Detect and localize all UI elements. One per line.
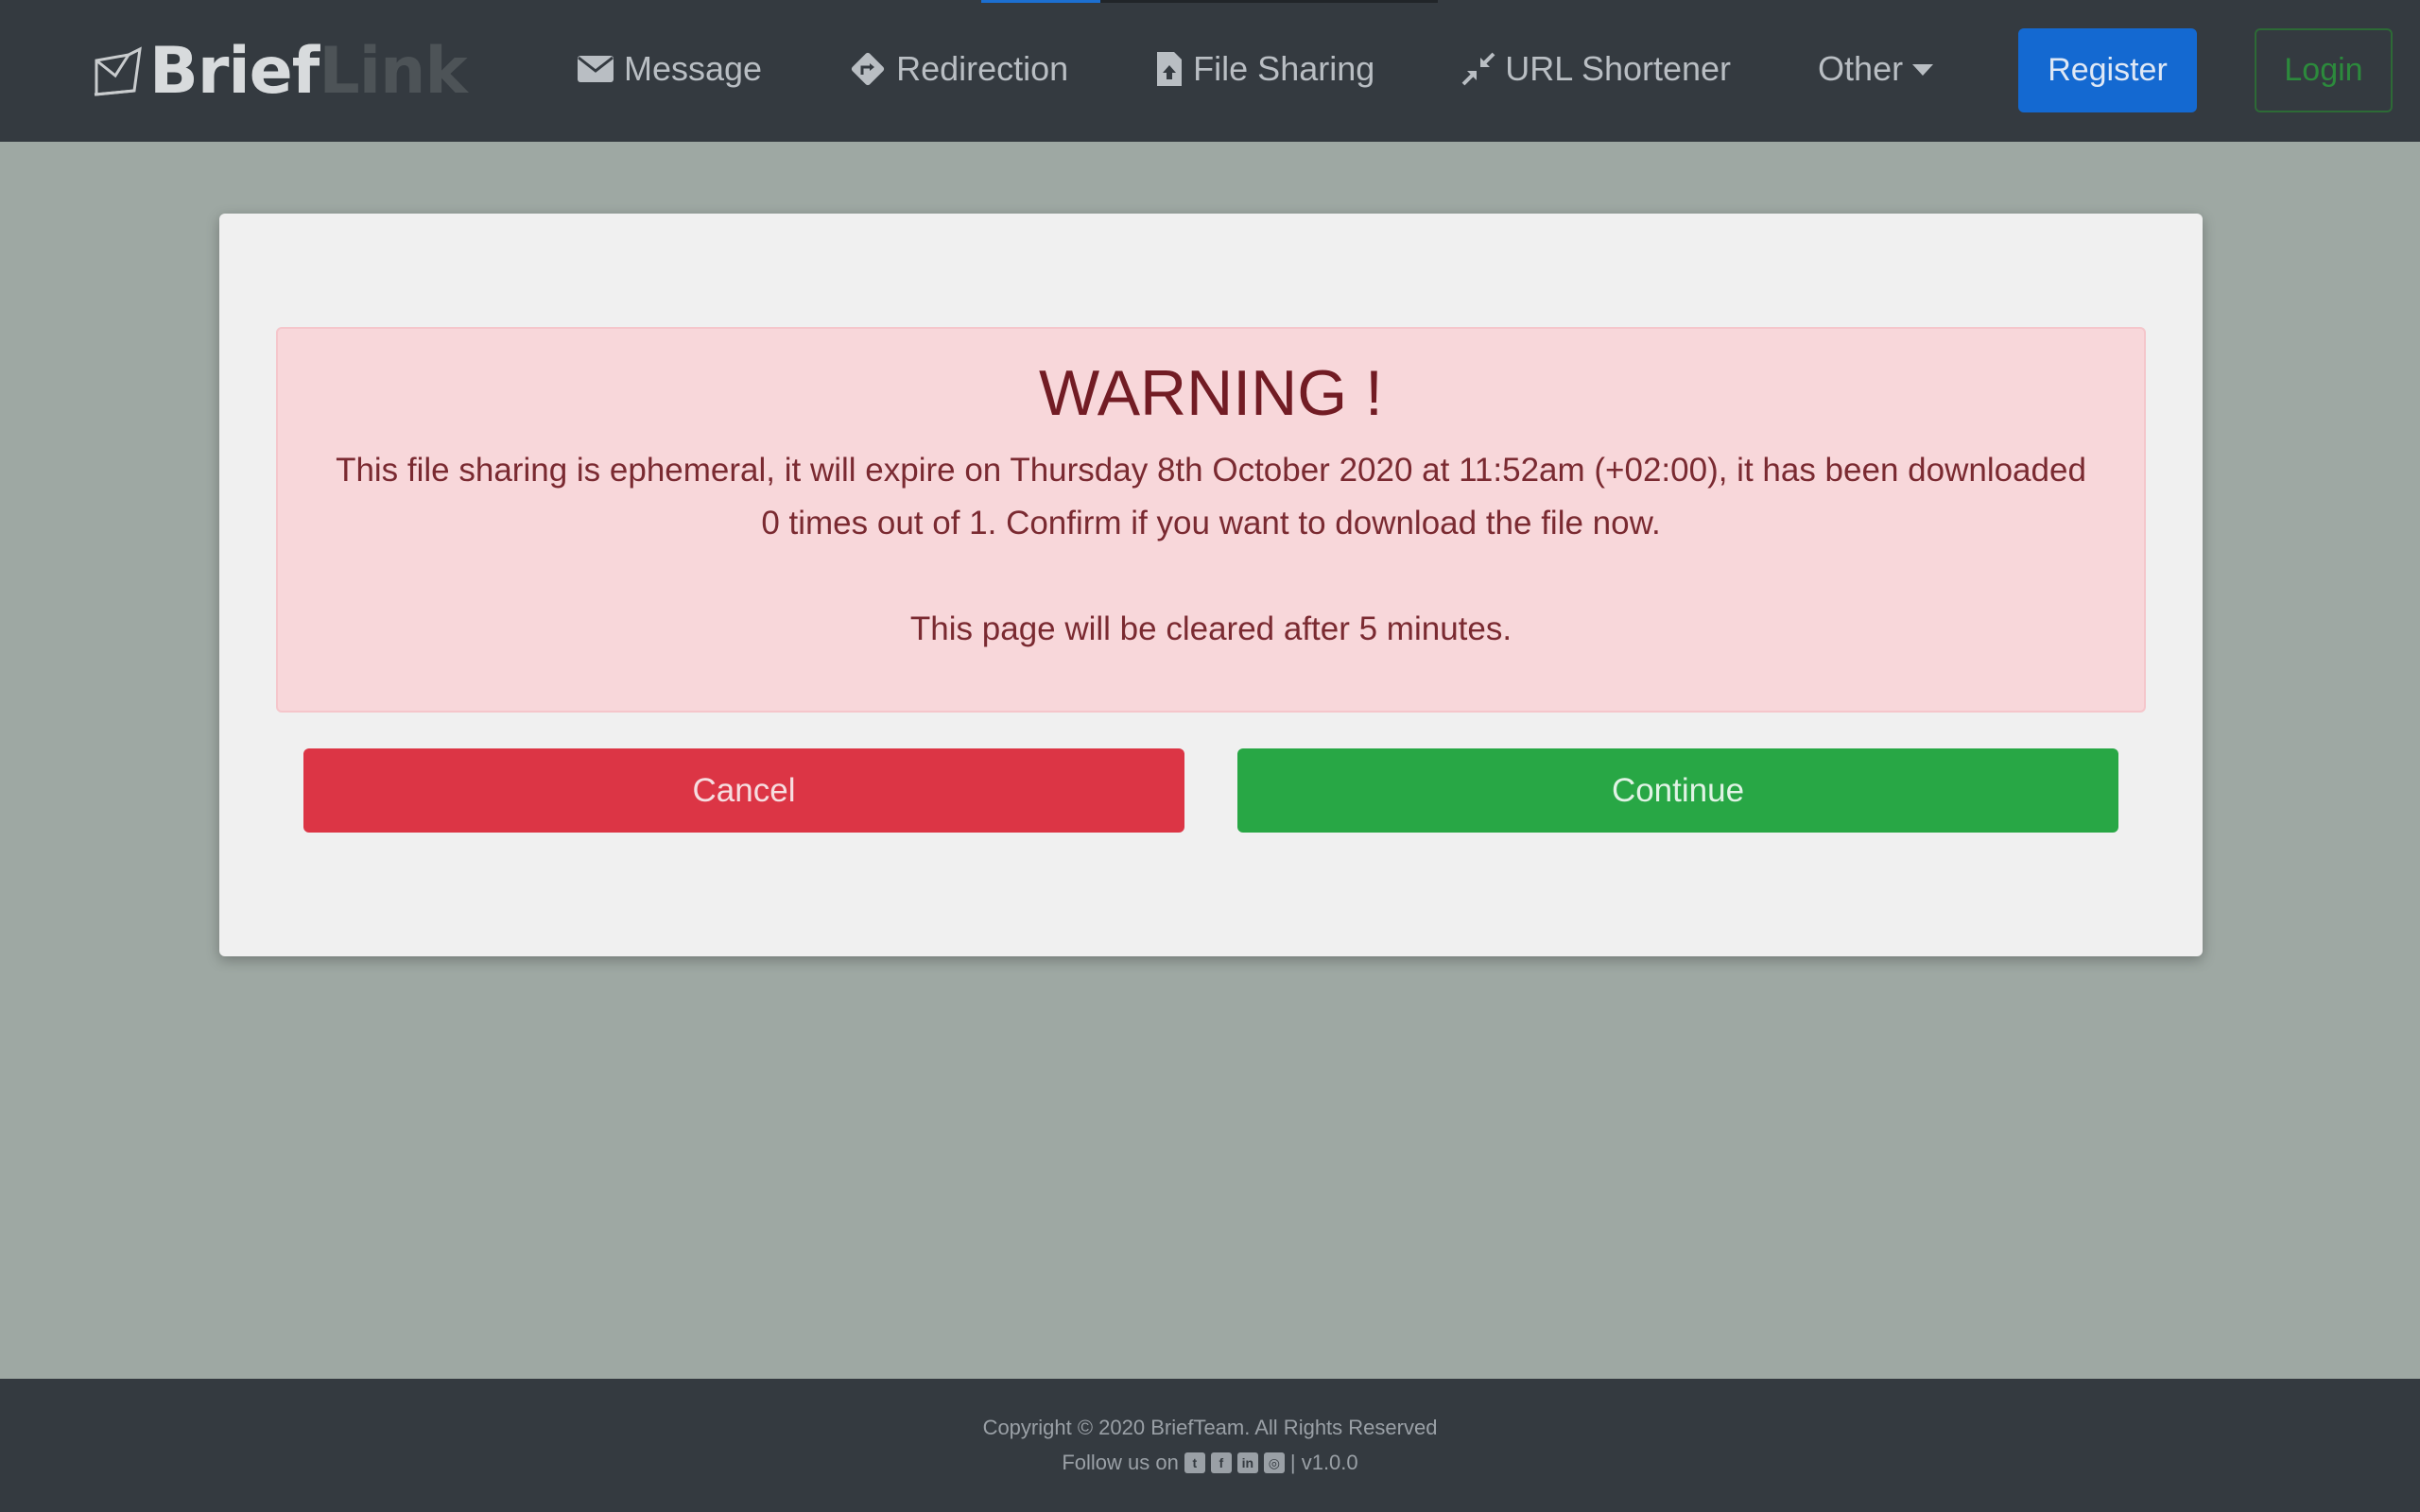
envelope-icon: [578, 56, 614, 82]
top-navbar: BriefLink Message Redirection File Shari: [0, 0, 2420, 142]
login-button[interactable]: Login: [2255, 28, 2393, 112]
nav-item-label: Redirection: [896, 49, 1069, 88]
alert-clear-notice: This page will be cleared after 5 minute…: [909, 610, 1512, 647]
nav-item-redirection[interactable]: Redirection: [849, 49, 1068, 89]
linkedin-icon[interactable]: in: [1236, 1452, 1258, 1473]
nav-item-url-shortener[interactable]: URL Shortener: [1461, 49, 1731, 89]
caret-down-icon: [1912, 64, 1934, 76]
footer: Copyright © 2020 BriefTeam. All Rights R…: [0, 1379, 2420, 1512]
footer-social: Follow us on t f in ◎ | v1.0.0: [0, 1451, 2420, 1475]
facebook-icon[interactable]: f: [1210, 1452, 1232, 1473]
continue-button[interactable]: Continue: [1237, 748, 2118, 833]
cancel-button[interactable]: Cancel: [303, 748, 1184, 833]
register-button[interactable]: Register: [2018, 28, 2197, 112]
footer-follow-label: Follow us on: [1062, 1451, 1179, 1474]
nav-item-label: URL Shortener: [1505, 49, 1732, 88]
brand-logo[interactable]: BriefLink: [91, 34, 468, 110]
download-confirm-card: WARNING ! This file sharing is ephemeral…: [219, 214, 2203, 956]
nav-item-message[interactable]: Message: [577, 49, 762, 89]
loading-progress-bar: [981, 0, 1438, 3]
envelope-logo-icon: [94, 46, 142, 96]
nav-item-label: Message: [624, 49, 763, 88]
footer-copyright: Copyright © 2020 BriefTeam. All Rights R…: [982, 1416, 1438, 1439]
warning-alert: WARNING ! This file sharing is ephemeral…: [276, 327, 2146, 713]
compress-arrows-icon: [1461, 52, 1495, 86]
brand-name-part2: Link: [319, 34, 467, 109]
nav-item-other-dropdown[interactable]: Other: [1818, 49, 1934, 89]
loading-progress-fill: [981, 0, 1100, 3]
file-upload-icon: [1157, 52, 1183, 86]
directions-icon: [851, 52, 885, 86]
nav-item-label: Other: [1818, 49, 1904, 88]
instagram-icon[interactable]: ◎: [1263, 1452, 1285, 1473]
alert-message: This file sharing is ephemeral, it will …: [336, 452, 2086, 541]
main-nav: Message Redirection File Sharing URL Sho…: [577, 41, 2020, 97]
brand-name-part1: Brief: [149, 34, 320, 109]
alert-title: WARNING !: [1039, 357, 1383, 429]
nav-item-label: File Sharing: [1193, 49, 1375, 88]
twitter-icon[interactable]: t: [1184, 1452, 1205, 1473]
footer-version: | v1.0.0: [1289, 1451, 1358, 1474]
nav-item-file-sharing[interactable]: File Sharing: [1155, 49, 1374, 89]
